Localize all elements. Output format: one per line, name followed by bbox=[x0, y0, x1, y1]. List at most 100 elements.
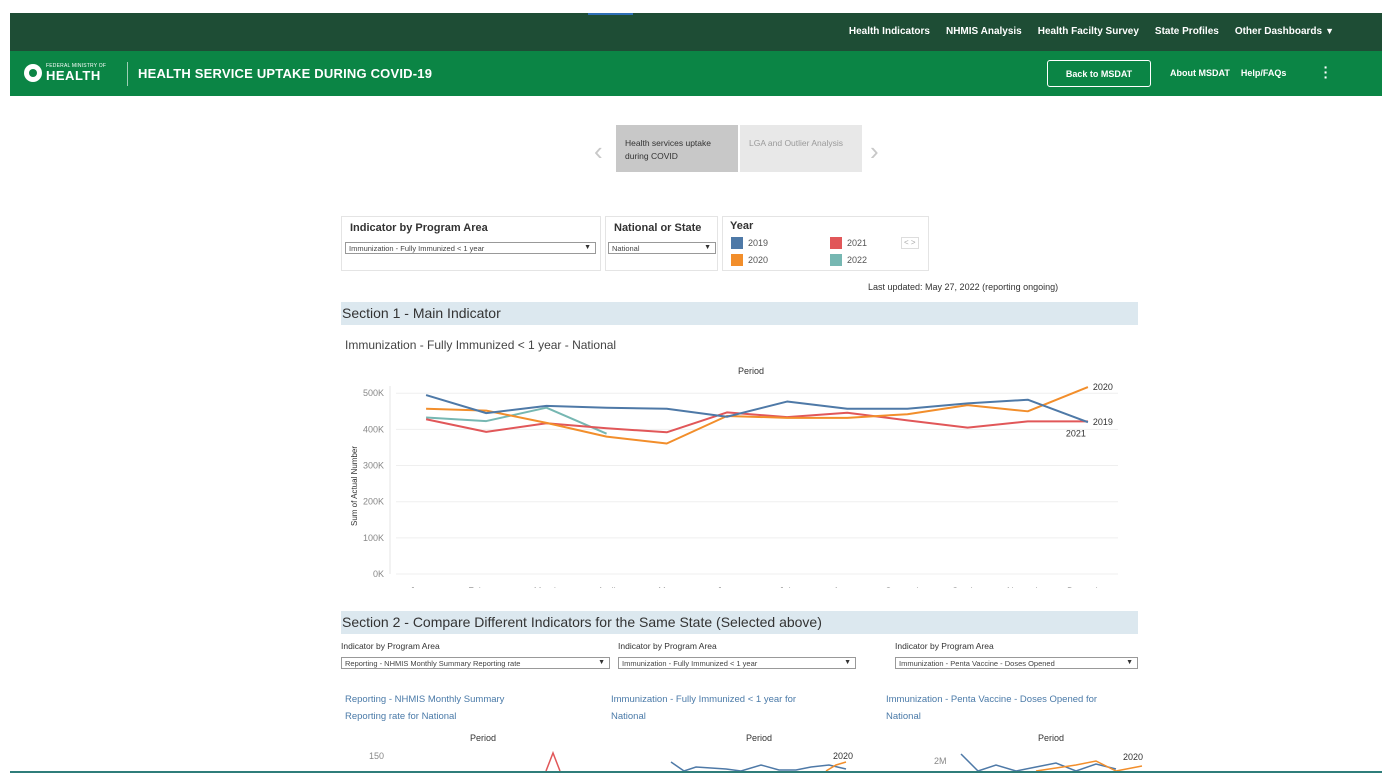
s2-chart-title-2-line2: National bbox=[611, 711, 646, 722]
dashboard-frame: Health Indicators NHMIS Analysis Health … bbox=[10, 13, 1382, 773]
s2-period-label-2: Period bbox=[746, 733, 772, 743]
legend-label: 2020 bbox=[748, 255, 769, 265]
s2-series-line-2019 bbox=[960, 753, 1117, 771]
x-tick-label: August bbox=[833, 586, 862, 588]
about-msdat-link[interactable]: About MSDAT bbox=[1170, 68, 1230, 78]
s2-select-value-1: Reporting - NHMIS Monthly Summary Report… bbox=[345, 659, 521, 668]
legend-label: 2021 bbox=[847, 238, 868, 248]
ministry-logo[interactable]: FEDERAL MINISTRY OF HEALTH bbox=[24, 61, 106, 85]
top-navigation-bar: Health Indicators NHMIS Analysis Health … bbox=[10, 13, 1382, 51]
y-tick-label: 300K bbox=[363, 461, 384, 471]
s2-chart-title-3: Immunization - Penta Vaccine - Doses Ope… bbox=[886, 691, 1136, 725]
legend-item-2021[interactable]: 2021 bbox=[830, 237, 867, 249]
legend-item-2022[interactable]: 2022 bbox=[830, 254, 867, 266]
x-tick-label: May bbox=[658, 586, 676, 588]
y-tick-label: 500K bbox=[363, 388, 384, 398]
main-line-chart[interactable]: Period Sum of Actual Number 0K 100K 200K 30… bbox=[330, 358, 1120, 588]
legend-label: 2019 bbox=[748, 238, 769, 248]
dropdown-arrow-icon: ▼ bbox=[584, 244, 591, 251]
s2-select-value-2: Immunization - Fully Immunized < 1 year bbox=[622, 659, 758, 668]
section2-header: Section 2 - Compare Different Indicators… bbox=[341, 611, 1138, 634]
story-point-lga-outlier[interactable]: LGA and Outlier Analysis bbox=[740, 125, 862, 172]
header-divider bbox=[127, 62, 128, 86]
caret-down-icon: ▼ bbox=[1325, 26, 1334, 36]
s2-mini-chart-3[interactable]: Period 2M 2020 bbox=[886, 731, 1146, 771]
x-tick-labels: January February March April May June July Augu… bbox=[410, 586, 1109, 588]
s2-ytick-3: 2M bbox=[934, 756, 947, 766]
page-title: HEALTH SERVICE UPTAKE DURING COVID-19 bbox=[138, 66, 433, 81]
top-navigation: Health Indicators NHMIS Analysis Health … bbox=[849, 26, 1334, 37]
back-to-msdat-button[interactable]: Back to MSDAT bbox=[1047, 60, 1151, 87]
help-faqs-link[interactable]: Help/FAQs bbox=[1241, 68, 1287, 78]
dropdown-arrow-icon: ▼ bbox=[598, 659, 605, 666]
nav-state-profiles[interactable]: State Profiles bbox=[1155, 26, 1219, 37]
s2-indicator-select-2[interactable]: Immunization - Fully Immunized < 1 year … bbox=[618, 657, 856, 669]
s2-filter-title-1: Indicator by Program Area bbox=[341, 641, 440, 651]
s2-select-value-3: Immunization - Penta Vaccine - Doses Ope… bbox=[899, 659, 1055, 668]
story-point-health-services[interactable]: Health services uptake during COVID bbox=[616, 125, 738, 172]
x-tick-label: October bbox=[952, 586, 984, 588]
region-select[interactable]: National ▼ bbox=[608, 242, 716, 254]
s2-chart-title-2: Immunization - Fully Immunized < 1 year … bbox=[611, 691, 841, 725]
indicator-select[interactable]: Immunization - Fully Immunized < 1 year … bbox=[345, 242, 596, 254]
x-tick-label: March bbox=[534, 586, 559, 588]
header-bar: FEDERAL MINISTRY OF HEALTH HEALTH SERVIC… bbox=[10, 51, 1382, 96]
nav-health-facility-survey[interactable]: Health Facilty Survey bbox=[1038, 26, 1139, 37]
year-legend-title: Year bbox=[730, 220, 754, 232]
series-end-labels: 2020 2019 2021 bbox=[1066, 382, 1113, 438]
legend-swatch bbox=[731, 254, 743, 266]
dropdown-arrow-icon: ▼ bbox=[844, 659, 851, 666]
s2-filter-title-2: Indicator by Program Area bbox=[618, 641, 717, 651]
legend-pager[interactable]: < > bbox=[901, 237, 919, 249]
region-filter-title: National or State bbox=[614, 222, 702, 234]
y-tick-labels: 0K 100K 200K 300K 400K 500K bbox=[363, 388, 384, 579]
indicator-select-value: Immunization - Fully Immunized < 1 year bbox=[349, 244, 485, 253]
legend-swatch bbox=[830, 254, 842, 266]
legend-swatch bbox=[830, 237, 842, 249]
main-chart-title: Immunization - Fully Immunized < 1 year … bbox=[345, 338, 617, 352]
s2-indicator-select-3[interactable]: Immunization - Penta Vaccine - Doses Ope… bbox=[895, 657, 1138, 669]
logo-text: FEDERAL MINISTRY OF HEALTH bbox=[46, 64, 106, 83]
s2-indicator-select-1[interactable]: Reporting - NHMIS Monthly Summary Report… bbox=[341, 657, 610, 669]
s2-series-line-2019 bbox=[670, 761, 847, 771]
y-tick-label: 200K bbox=[363, 497, 384, 507]
x-tick-label: June bbox=[717, 586, 737, 588]
nav-other-dashboards-label: Other Dashboards bbox=[1234, 26, 1323, 37]
s2-mini-chart-1[interactable]: Period 150 bbox=[341, 731, 601, 771]
legend-item-2019[interactable]: 2019 bbox=[731, 237, 768, 249]
legend-item-2020[interactable]: 2020 bbox=[731, 254, 768, 266]
series-end-label: 2021 bbox=[1066, 428, 1086, 438]
header-links: About MSDAT Help/FAQs bbox=[1170, 68, 1286, 78]
y-tick-label: 100K bbox=[363, 533, 384, 543]
section1-header: Section 1 - Main Indicator bbox=[341, 302, 1138, 325]
s2-chart-title-3-line2: National bbox=[886, 711, 921, 722]
nav-health-indicators[interactable]: Health Indicators bbox=[849, 26, 930, 37]
x-tick-label: July bbox=[779, 586, 796, 588]
s2-series-line-1 bbox=[545, 750, 561, 771]
s2-chart-title-1: Reporting - NHMIS Monthly Summary Report… bbox=[345, 691, 575, 725]
x-tick-label: September bbox=[885, 586, 929, 588]
s2-chart-title-3-line1: Immunization - Penta Vaccine - Doses Ope… bbox=[886, 694, 1098, 705]
story-next-arrow-icon[interactable]: › bbox=[870, 136, 879, 167]
s2-ytick-1: 150 bbox=[369, 751, 384, 761]
chart-series bbox=[425, 386, 1089, 445]
more-menu-icon[interactable]: · · · bbox=[1323, 60, 1329, 84]
legend-label: 2022 bbox=[847, 255, 868, 265]
story-prev-arrow-icon[interactable]: ‹ bbox=[594, 136, 603, 167]
region-select-value: National bbox=[612, 244, 640, 253]
x-tick-label: April bbox=[598, 586, 616, 588]
indicator-filter-title: Indicator by Program Area bbox=[350, 222, 488, 234]
s2-period-label-1: Period bbox=[470, 733, 496, 743]
logo-big-text: HEALTH bbox=[46, 68, 101, 83]
nav-nhmis-analysis[interactable]: NHMIS Analysis bbox=[946, 26, 1022, 37]
s2-end-label-3: 2020 bbox=[1123, 752, 1143, 762]
s2-period-label-3: Period bbox=[1038, 733, 1064, 743]
s2-chart-title-1-line2: Reporting rate for National bbox=[345, 711, 457, 722]
legend-swatch bbox=[731, 237, 743, 249]
nav-other-dashboards[interactable]: Other Dashboards ▼ bbox=[1235, 26, 1334, 37]
s2-chart-title-2-line1: Immunization - Fully Immunized < 1 year … bbox=[611, 694, 797, 705]
s2-mini-chart-2[interactable]: Period 2020 bbox=[611, 731, 881, 771]
dropdown-arrow-icon: ▼ bbox=[704, 244, 711, 251]
y-tick-label: 400K bbox=[363, 424, 384, 434]
s2-filter-title-3: Indicator by Program Area bbox=[895, 641, 994, 651]
